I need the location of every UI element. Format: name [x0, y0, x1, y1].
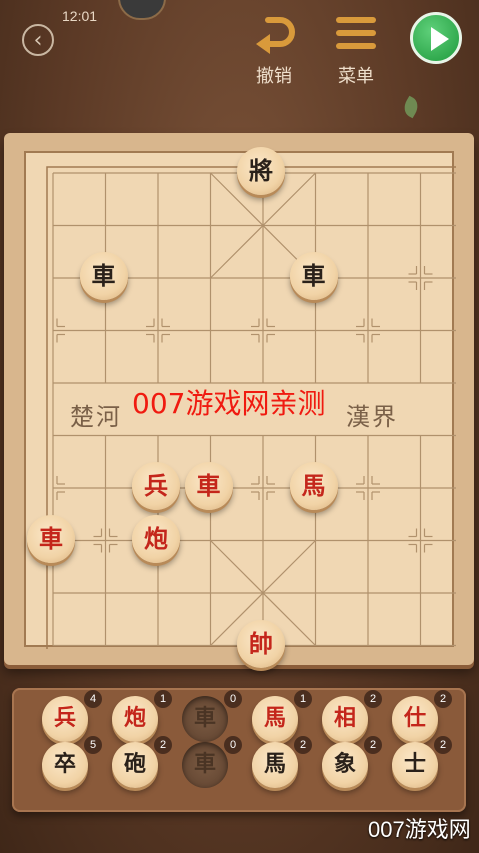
play-button[interactable] [410, 12, 462, 64]
watermark-text: 007游戏网亲测 [132, 387, 326, 420]
back-button[interactable]: ‹ [22, 24, 54, 56]
capture-count-badge: 2 [294, 736, 312, 754]
menu-label: 菜单 [338, 66, 374, 87]
captured-piece: 兵 [42, 696, 88, 742]
black-piece[interactable]: 車 [79, 252, 128, 300]
captured-piece: 炮 [112, 696, 158, 742]
black-piece[interactable]: 車 [289, 252, 338, 300]
captured-piece: 卒 [42, 742, 88, 788]
capture-count-badge: 2 [364, 690, 382, 708]
site-watermark: 007游戏网 [368, 817, 471, 842]
captured-piece: 車 [182, 696, 228, 742]
leaf-decoration [400, 95, 422, 119]
capture-count-badge: 2 [434, 690, 452, 708]
captured-piece: 士 [392, 742, 438, 788]
captured-piece: 馬 [252, 696, 298, 742]
undo-label: 撤销 [256, 66, 292, 87]
undo-icon [244, 10, 304, 56]
red-piece[interactable]: 炮 [132, 514, 180, 563]
river-label-han: 漢界 [346, 403, 398, 431]
captured-piece: 馬 [252, 742, 298, 788]
capture-count-badge: 0 [224, 736, 242, 754]
capture-count-badge: 1 [294, 690, 312, 708]
chevron-left-icon: ‹ [33, 28, 43, 53]
red-piece[interactable]: 帥 [237, 619, 285, 668]
captured-piece: 砲 [112, 742, 158, 788]
avatar[interactable] [118, 0, 166, 20]
status-time: 12:01 [62, 8, 98, 24]
captured-piece: 仕 [392, 696, 438, 742]
menu-icon [326, 10, 386, 56]
top-bar: 12:01 ‹ 撤销 菜单 [0, 0, 479, 120]
river-label-chu: 楚河 [70, 403, 122, 431]
red-piece[interactable]: 車 [27, 514, 75, 563]
captured-piece: 相 [322, 696, 368, 742]
captured-piece: 象 [322, 742, 368, 788]
capture-count-badge: 2 [154, 736, 172, 754]
black-piece[interactable]: 將 [237, 147, 285, 195]
red-piece[interactable]: 車 [184, 462, 233, 510]
captured-tray: 兵4炮1車0馬1相2仕2卒5砲2車0馬2象2士2 [12, 688, 466, 812]
capture-count-badge: 2 [364, 736, 382, 754]
red-piece[interactable]: 馬 [289, 462, 338, 510]
capture-count-badge: 1 [154, 690, 172, 708]
undo-button[interactable]: 撤销 [244, 10, 304, 88]
menu-button[interactable]: 菜单 [326, 10, 386, 88]
capture-count-badge: 0 [224, 690, 242, 708]
red-piece[interactable]: 兵 [132, 462, 180, 510]
capture-count-badge: 5 [84, 736, 102, 754]
capture-count-badge: 2 [434, 736, 452, 754]
capture-count-badge: 4 [84, 690, 102, 708]
captured-piece: 車 [182, 742, 228, 788]
